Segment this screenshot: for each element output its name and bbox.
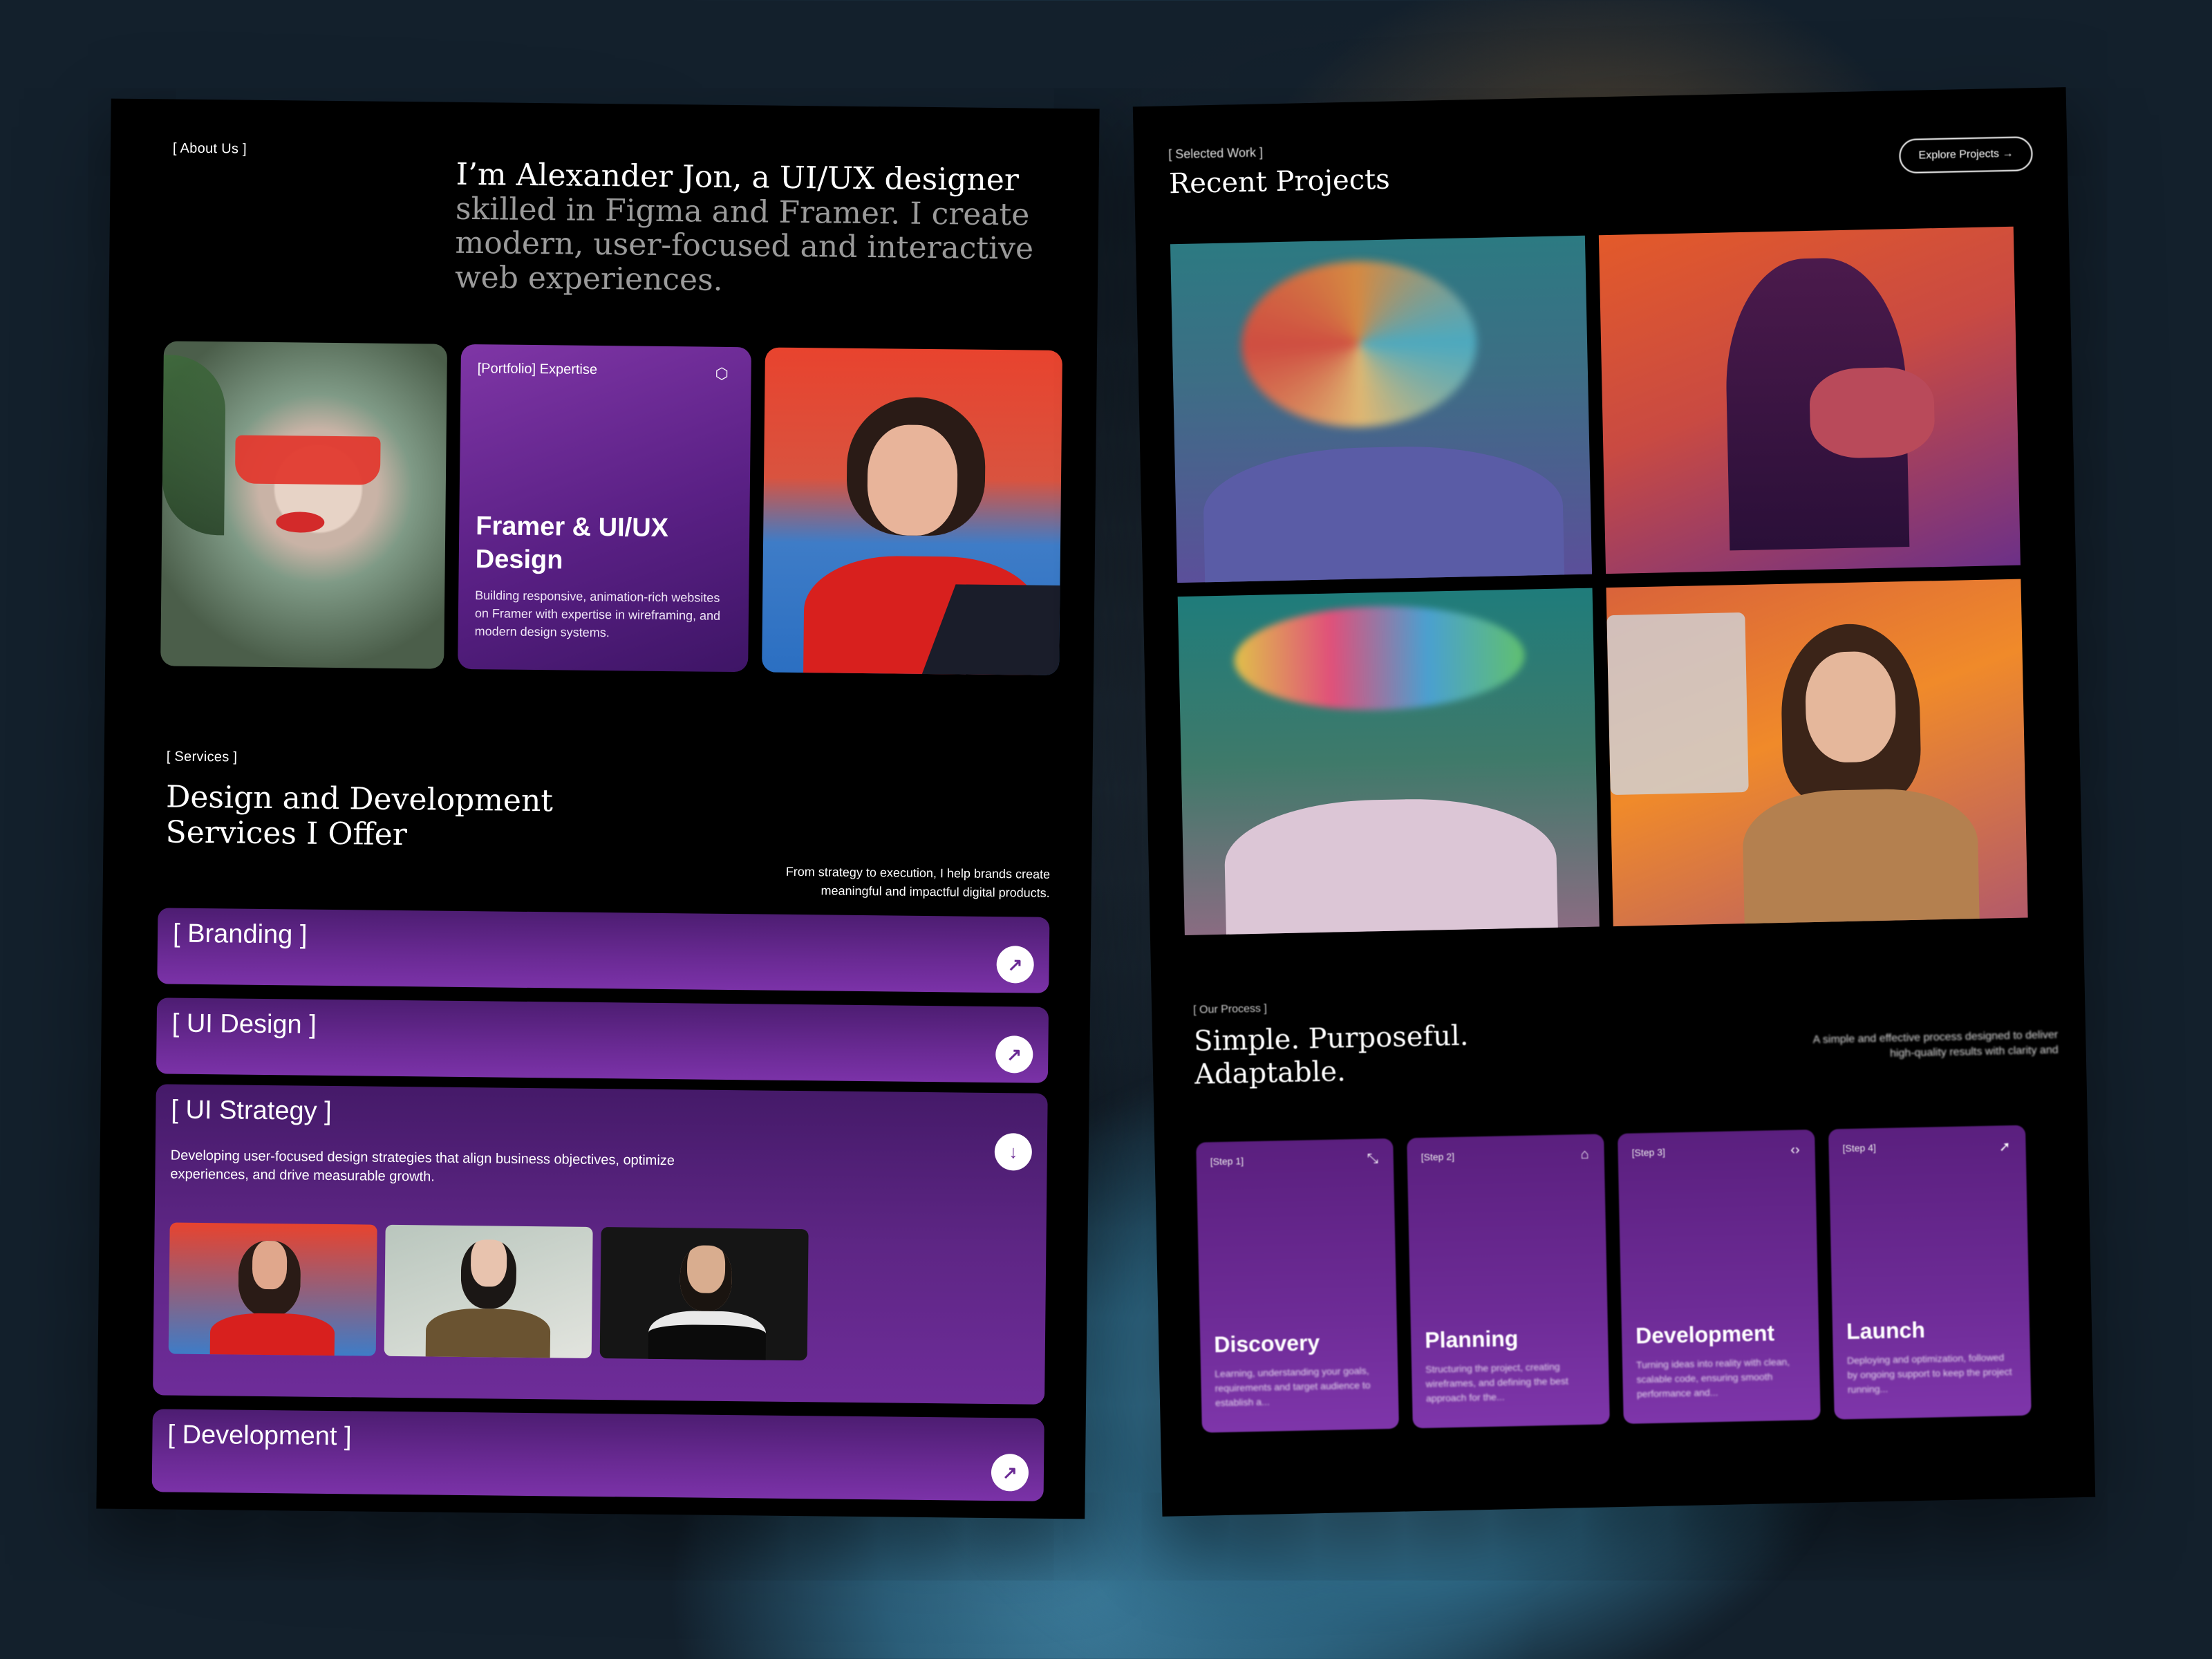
launch-icon: ➚ [1998, 1139, 2011, 1155]
intro-headline: I’m Alexander Jon, a UI/UX designer skil… [454, 157, 1065, 301]
portrait-image-bob-hair [762, 347, 1062, 675]
step-name: Launch [1846, 1317, 1926, 1344]
work-tag: [ Selected Work ] [1168, 145, 1264, 162]
services-tag: [ Services ] [166, 749, 238, 765]
step-description: Deploying and optimization, followed by … [1846, 1351, 2012, 1396]
projects-grid [1170, 226, 2048, 936]
service-ui-strategy[interactable]: [ UI Strategy ] ↓ Developing user-focuse… [153, 1084, 1048, 1405]
expertise-tag: [Portfolio] Expertise [477, 361, 598, 377]
process-tag: [ Our Process ] [1192, 1002, 1268, 1016]
step-description: Turning ideas into reality with clean, s… [1635, 1356, 1790, 1400]
process-steps: [Step 1] ⤡ Discovery Learning, understan… [1196, 1125, 2066, 1454]
step-tag: [Step 1] [1210, 1155, 1244, 1168]
project-image-2[interactable] [1598, 226, 2021, 574]
arrow-up-right-icon[interactable]: ↗ [995, 1035, 1033, 1074]
project-image-1[interactable] [1170, 235, 1593, 583]
about-services-page: [ About Us ] I’m Alexander Jon, a UI/UX … [96, 98, 1100, 1519]
step-card-development[interactable]: [Step 3] ‹› Development Turning ideas in… [1618, 1130, 1821, 1424]
arrow-up-right-icon[interactable]: ↗ [996, 946, 1034, 984]
strategy-image-3 [599, 1227, 809, 1361]
process-title: Simple. Purposeful. Adaptable. [1193, 1020, 1469, 1091]
all-projects-button[interactable]: Explore Projects → [1899, 136, 2034, 174]
showcase-cards: [Portfolio] Expertise ⬡ Framer & UI/UX D… [160, 341, 1062, 682]
service-description: Developing user-focused design strategie… [170, 1147, 675, 1185]
projects-title: Recent Projects [1168, 163, 1391, 200]
service-label: [ Branding ] [172, 919, 308, 950]
step-description: Structuring the project, creating wirefr… [1425, 1360, 1568, 1404]
expertise-card[interactable]: [Portfolio] Expertise ⬡ Framer & UI/UX D… [458, 344, 752, 673]
step-card-discovery[interactable]: [Step 1] ⤡ Discovery Learning, understan… [1196, 1138, 1399, 1433]
step-description: Learning, understanding your goals, requ… [1215, 1365, 1371, 1409]
step-tag: [Step 2] [1421, 1150, 1455, 1163]
services-title: Design and Development Services I Offer [165, 779, 554, 852]
project-image-3[interactable] [1177, 588, 1600, 936]
arrow-up-right-icon[interactable]: ↗ [991, 1454, 1029, 1492]
service-branding[interactable]: [ Branding ] ↗ [157, 908, 1050, 993]
projects-process-page: [ Selected Work ] Recent Projects Explor… [1132, 87, 2096, 1517]
services-description: From strategy to execution, I help brand… [785, 864, 1051, 900]
arrow-down-icon[interactable]: ↓ [994, 1133, 1033, 1171]
process-description: A simple and effective process designed … [1812, 1029, 2059, 1060]
expertise-description: Building responsive, animation-rich webs… [474, 588, 721, 640]
service-label: [ Development ] [167, 1420, 352, 1452]
strategy-image-1 [168, 1222, 377, 1356]
service-ui-design[interactable]: [ UI Design ] ↗ [156, 997, 1049, 1083]
expertise-title: Framer & UI/UX Design [475, 512, 669, 574]
about-tag: [ About Us ] [172, 140, 247, 157]
headline-rest: skilled in Figma and Framer. I create mo… [454, 191, 1034, 299]
step-name: Development [1635, 1320, 1775, 1349]
step-tag: [Step 3] [1631, 1146, 1666, 1159]
bookmark-icon: ⌂ [1580, 1146, 1589, 1163]
service-label: [ UI Design ] [171, 1009, 317, 1040]
service-label: [ UI Strategy ] [171, 1095, 332, 1126]
expand-icon: ⤡ [1367, 1151, 1378, 1167]
step-name: Planning [1424, 1326, 1519, 1353]
project-image-4[interactable] [1606, 579, 2028, 927]
step-card-launch[interactable]: [Step 4] ➚ Launch Deploying and optimiza… [1828, 1125, 2032, 1420]
step-name: Discovery [1213, 1330, 1320, 1358]
service-development[interactable]: [ Development ] ↗ [151, 1409, 1044, 1501]
step-card-planning[interactable]: [Step 2] ⌂ Planning Structuring the proj… [1407, 1134, 1610, 1429]
strategy-image-2 [384, 1224, 593, 1358]
cube-icon: ⬡ [715, 364, 729, 382]
step-tag: [Step 4] [1842, 1142, 1876, 1154]
code-icon: ‹› [1790, 1142, 1800, 1158]
portrait-image-sunglasses [160, 341, 448, 669]
